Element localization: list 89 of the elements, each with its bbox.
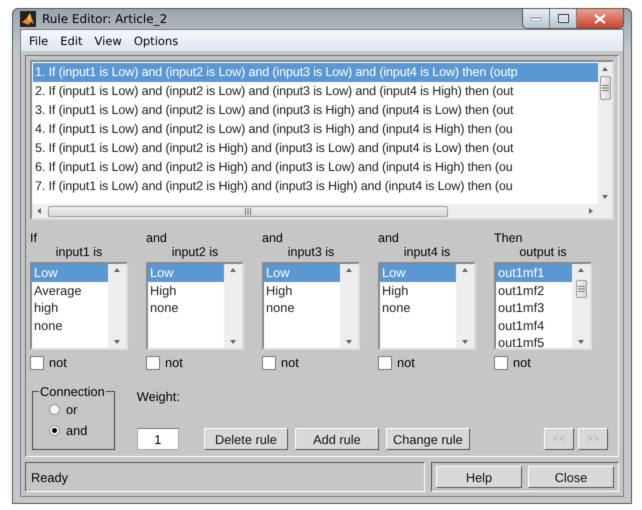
rule-item[interactable]: 7. If (input1 is Low) and (input2 is High) and (input3 is High) and (input4 is Low) then (ou xyxy=(33,177,598,196)
membership-list[interactable]: out1mf1 out1mf2 out1mf3 out1mf4 out1mf5 xyxy=(494,262,592,350)
scroll-up-icon[interactable] xyxy=(577,266,585,274)
rule-list[interactable] xyxy=(30,60,614,220)
minimize-button[interactable] xyxy=(523,9,550,28)
scroll-thumb[interactable] xyxy=(48,206,448,216)
window-title: Rule Editor: Article_2 xyxy=(42,12,168,26)
vertical-scrollbar[interactable] xyxy=(598,62,612,204)
list-item[interactable]: High xyxy=(264,282,340,299)
scroll-down-icon[interactable] xyxy=(601,193,609,201)
scroll-up-icon[interactable] xyxy=(113,266,121,274)
connector-label: and xyxy=(146,231,167,245)
list-item[interactable]: out1mf4 xyxy=(496,316,572,334)
not-label: not xyxy=(49,355,67,370)
list-item[interactable]: none xyxy=(148,299,224,316)
rule-item[interactable]: 2. If (input1 is Low) and (input2 is Low) and (input3 is Low) and (input4 is High) then (out xyxy=(33,82,598,101)
radio-label: and xyxy=(66,423,88,438)
list-item[interactable]: Average xyxy=(32,282,108,299)
scroll-up-icon[interactable] xyxy=(345,266,353,274)
list-item[interactable]: none xyxy=(32,316,108,334)
list-item[interactable]: out1mf3 xyxy=(496,299,572,316)
scroll-down-icon[interactable] xyxy=(345,338,353,346)
menu-item[interactable]: Edit xyxy=(54,34,89,48)
rule-button[interactable]: Delete rule xyxy=(204,428,288,450)
menu-item[interactable]: Options xyxy=(128,34,184,48)
scroll-down-icon[interactable] xyxy=(229,338,237,346)
group-title: Connection xyxy=(39,384,106,399)
not-checkbox[interactable] xyxy=(262,356,276,370)
help-button[interactable]: Help xyxy=(436,466,522,488)
close-icon xyxy=(594,14,606,24)
variable-label: input2 is xyxy=(172,245,218,259)
list-item[interactable]: none xyxy=(380,299,456,316)
maximize-icon xyxy=(558,14,568,23)
menu-item[interactable]: View xyxy=(88,34,128,48)
app-logo-icon xyxy=(20,11,36,27)
variable-label: input1 is xyxy=(56,245,102,259)
scroll-up-icon[interactable] xyxy=(601,65,609,73)
weight-field[interactable]: 1 xyxy=(136,428,179,450)
weight-label: Weight: xyxy=(136,389,180,404)
scroll-up-icon[interactable] xyxy=(461,266,469,274)
close-dialog-button[interactable]: Close xyxy=(528,466,614,488)
scroll-right-icon[interactable] xyxy=(587,207,595,215)
rule-button[interactable]: Add rule xyxy=(294,428,379,450)
minimize-icon xyxy=(531,16,541,20)
scroll-down-icon[interactable] xyxy=(577,338,585,346)
radio-button[interactable] xyxy=(49,425,60,436)
variable-label: input3 is xyxy=(288,245,334,259)
rule-item[interactable]: 3. If (input1 is Low) and (input2 is Low) and (input3 is High) and (input4 is Low) then (out xyxy=(33,101,598,120)
list-item[interactable]: High xyxy=(380,282,456,299)
status-text: Ready xyxy=(25,462,425,492)
list-item[interactable]: high xyxy=(32,299,108,316)
horizontal-scrollbar[interactable] xyxy=(32,204,598,218)
list-item[interactable]: none xyxy=(264,299,340,316)
scroll-left-icon[interactable] xyxy=(35,207,43,215)
connector-label: and xyxy=(378,231,399,245)
not-checkbox[interactable] xyxy=(30,356,44,370)
variable-label: input4 is xyxy=(404,245,450,259)
scroll-thumb[interactable] xyxy=(600,76,610,100)
connector-label: Then xyxy=(494,231,522,245)
rule-item[interactable]: 4. If (input1 is Low) and (input2 is Low) and (input3 is High) and (input4 is High) then (ou xyxy=(33,120,598,139)
maximize-button[interactable] xyxy=(550,9,577,28)
rule-button[interactable]: Change rule xyxy=(386,428,470,450)
not-checkbox[interactable] xyxy=(146,356,160,370)
not-label: not xyxy=(513,355,531,370)
rule-item[interactable]: 5. If (input1 is Low) and (input2 is High) and (input3 is Low) and (input4 is Low) then (out xyxy=(33,139,598,158)
not-label: not xyxy=(281,355,299,370)
not-label: not xyxy=(165,355,183,370)
scroll-down-icon[interactable] xyxy=(113,338,121,346)
scroll-up-icon[interactable] xyxy=(229,266,237,274)
membership-list[interactable]: Low High none xyxy=(378,262,476,350)
rule-item[interactable]: 6. If (input1 is Low) and (input2 is High) and (input3 is Low) and (input4 is High) then (ou xyxy=(33,158,598,177)
not-label: not xyxy=(397,355,415,370)
close-button[interactable] xyxy=(577,9,623,28)
radio-label: or xyxy=(66,402,78,417)
radio-button[interactable] xyxy=(49,404,60,415)
not-checkbox[interactable] xyxy=(378,356,392,370)
list-item[interactable]: High xyxy=(148,282,224,299)
scroll-thumb[interactable] xyxy=(576,280,586,298)
list-item[interactable]: out1mf5 xyxy=(496,334,572,348)
variable-label: output is xyxy=(519,245,567,259)
scroll-down-icon[interactable] xyxy=(461,338,469,346)
menu-item[interactable]: File xyxy=(23,34,54,48)
connector-label: and xyxy=(262,231,283,245)
membership-list[interactable]: Low High none xyxy=(146,262,244,350)
list-item[interactable]: out1mf2 xyxy=(496,282,572,299)
connector-label: If xyxy=(30,231,37,245)
membership-list[interactable]: Low High none xyxy=(262,262,360,350)
not-checkbox[interactable] xyxy=(494,356,508,370)
membership-list[interactable]: Low Average high none xyxy=(30,262,128,350)
